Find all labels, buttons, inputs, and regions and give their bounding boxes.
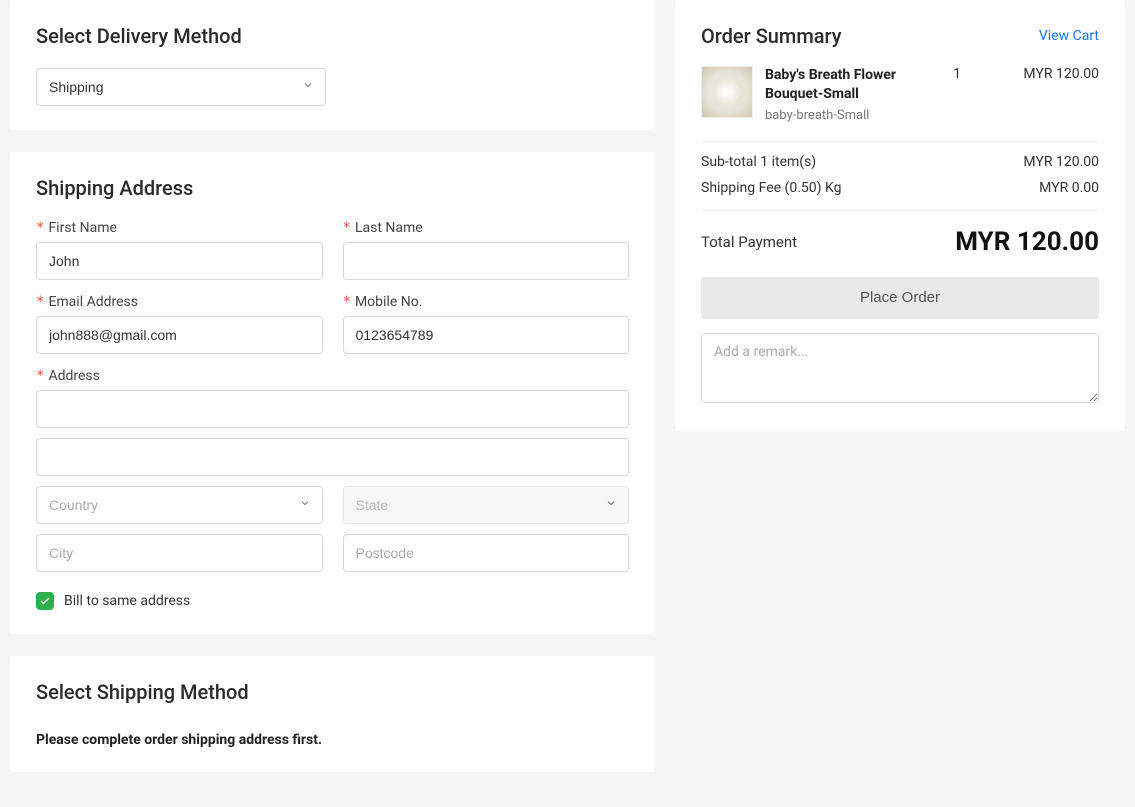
shipping-method-message: Please complete order shipping address f… [36,732,629,748]
shipping-address-panel: Shipping Address *First Name *Last Name … [10,152,655,634]
address-line2-input[interactable] [36,438,629,476]
shipping-method-title: Select Shipping Method [36,680,629,704]
bill-same-label: Bill to same address [64,593,190,609]
remark-textarea[interactable] [701,333,1099,403]
subtotal-label: Sub-total 1 item(s) [701,154,816,170]
delivery-method-select-wrap: Shipping [36,68,326,106]
total-label: Total Payment [701,233,797,251]
subtotal-value: MYR 120.00 [1023,154,1099,170]
last-name-input[interactable] [343,242,630,280]
postcode-input[interactable] [343,534,630,572]
product-qty: 1 [937,66,977,123]
delivery-method-select[interactable]: Shipping [36,68,326,106]
mobile-input[interactable] [343,316,630,354]
shipping-fee-label: Shipping Fee (0.50) Kg [701,180,841,196]
delivery-method-panel: Select Delivery Method Shipping [10,0,655,130]
order-summary-panel: Order Summary View Cart Baby's Breath Fl… [675,0,1125,431]
product-sku: baby-breath-Small [765,108,925,123]
first-name-input[interactable] [36,242,323,280]
product-price: MYR 120.00 [989,66,1099,123]
last-name-label: *Last Name [343,220,630,236]
shipping-method-panel: Select Shipping Method Please complete o… [10,656,655,772]
product-thumbnail [701,66,753,118]
state-select[interactable]: State [343,486,630,524]
country-select[interactable]: Country [36,486,323,524]
email-label: *Email Address [36,294,323,310]
total-amount: MYR 120.00 [955,227,1099,257]
view-cart-link[interactable]: View Cart [1039,28,1099,44]
first-name-label: *First Name [36,220,323,236]
shipping-fee-value: MYR 0.00 [1039,180,1099,196]
mobile-label: *Mobile No. [343,294,630,310]
shipping-address-title: Shipping Address [36,176,629,200]
cart-item-row: Baby's Breath Flower Bouquet-Small baby-… [701,66,1099,141]
city-input[interactable] [36,534,323,572]
order-summary-title: Order Summary [701,24,842,48]
address-label: *Address [36,368,629,384]
address-line1-input[interactable] [36,390,629,428]
place-order-button[interactable]: Place Order [701,277,1099,319]
product-name: Baby's Breath Flower Bouquet-Small [765,66,925,104]
email-input[interactable] [36,316,323,354]
delivery-method-title: Select Delivery Method [36,24,629,48]
bill-same-checkbox[interactable] [36,592,54,610]
